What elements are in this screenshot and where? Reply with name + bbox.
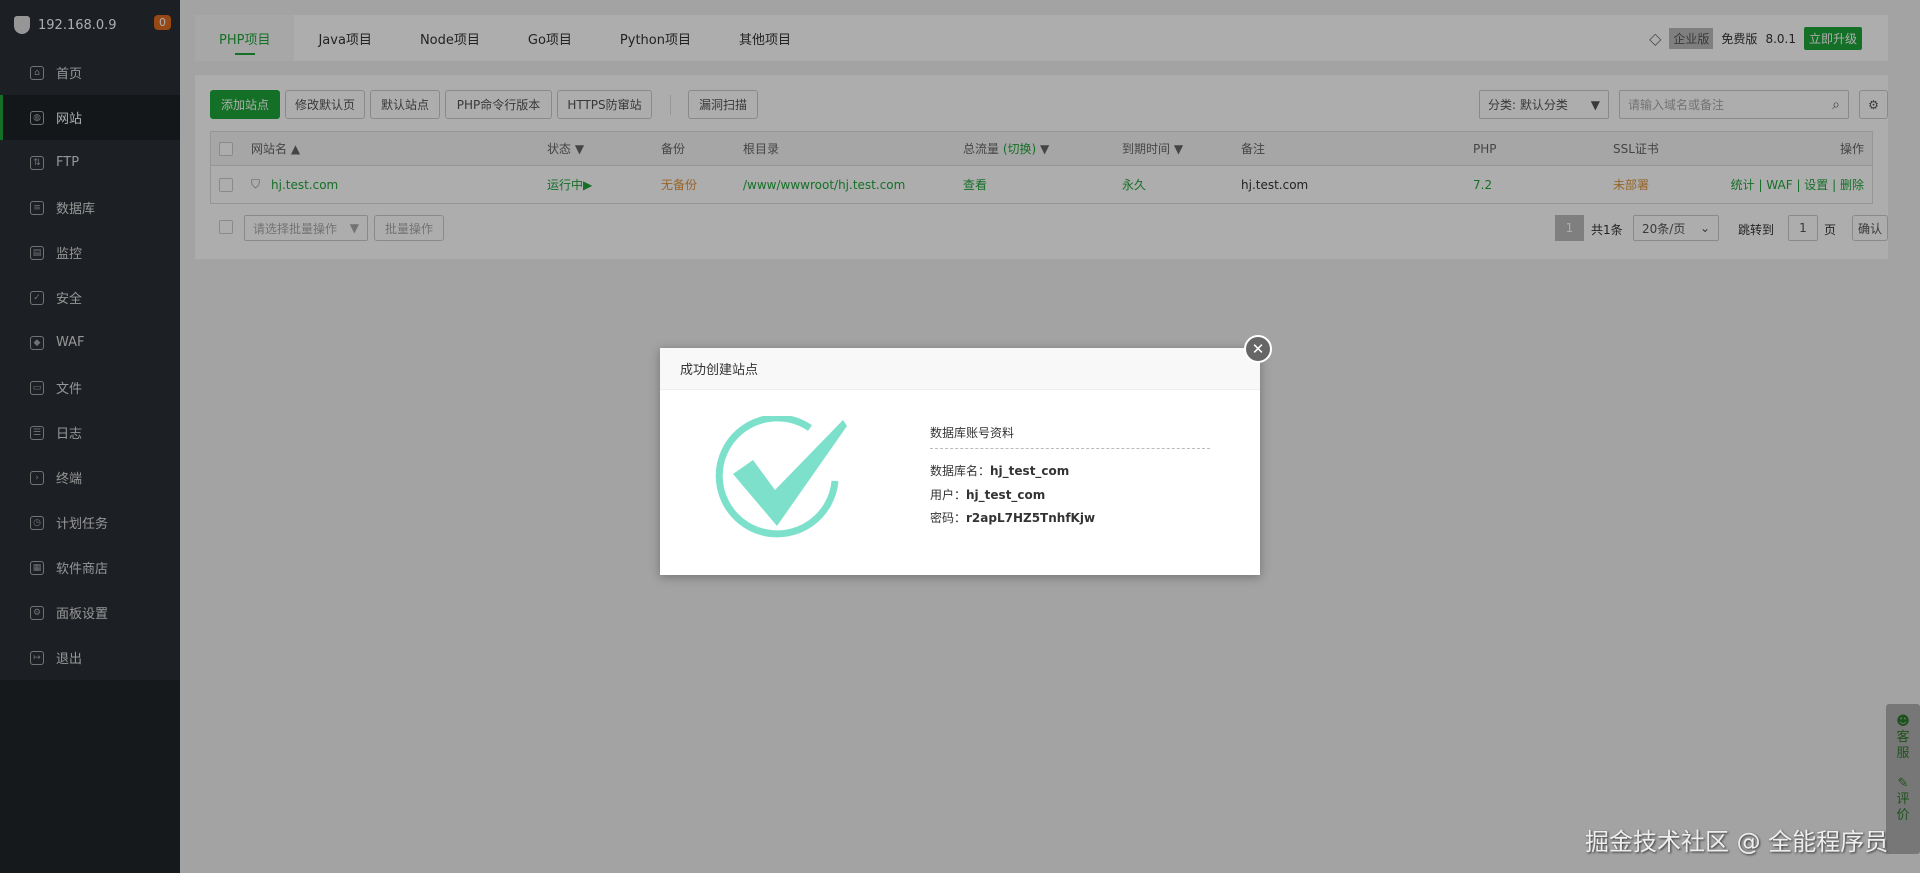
db-user[interactable]: hj_test_com (966, 488, 1045, 502)
success-dialog: 成功创建站点 数据库账号资料 数据库名：hj_test_com 用户：hj_te… (660, 348, 1260, 575)
close-icon: ✕ (1251, 340, 1265, 358)
db-pass-row: 密码：r2apL7HZ5TnhfKjw (930, 511, 1096, 525)
db-section-title: 数据库账号资料 (930, 426, 1015, 440)
dialog-title: 成功创建站点 (660, 348, 1260, 390)
db-name[interactable]: hj_test_com (990, 464, 1069, 478)
db-user-row: 用户：hj_test_com (930, 488, 1046, 502)
success-check-icon (715, 416, 847, 538)
db-password[interactable]: r2apL7HZ5TnhfKjw (966, 511, 1095, 525)
dashed-divider (930, 448, 1210, 449)
close-dialog-button[interactable]: ✕ (1244, 335, 1272, 363)
watermark: 掘金技术社区 @ 全能程序员 (1585, 828, 1889, 856)
db-name-row: 数据库名：hj_test_com (930, 464, 1070, 478)
